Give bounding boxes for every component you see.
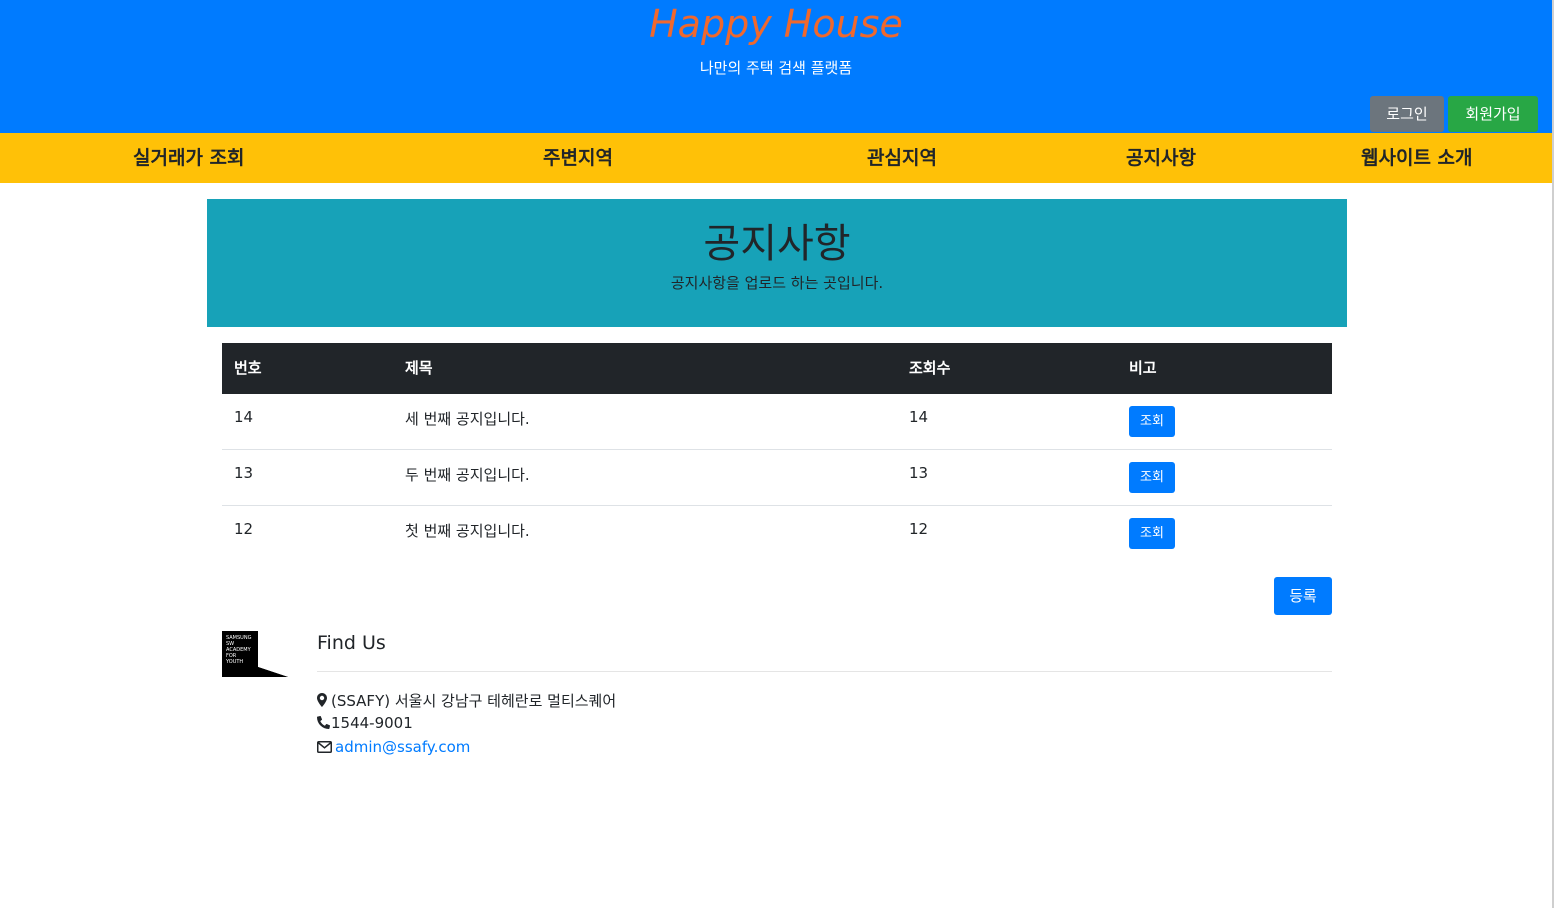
cell-views: 14 [909,408,929,426]
cell-title: 세 번째 공지입니다. [405,410,530,428]
column-header-no: 번호 [234,359,262,377]
table-row: 13 두 번째 공지입니다. 13 조회 [222,450,1332,506]
view-button[interactable]: 조회 [1129,462,1175,493]
map-marker-icon [317,693,329,711]
page-description: 공지사항을 업로드 하는 곳입니다. [670,274,884,292]
table-header: 번호 제목 조회수 비고 [222,343,1332,394]
page-title: 공지사항 [703,221,851,267]
svg-text:YOUTH: YOUTH [225,659,243,665]
phone-icon [316,715,331,733]
cell-title: 첫 번째 공지입니다. [405,522,530,540]
nav-item-nearby[interactable]: 주변지역 [543,133,613,183]
find-us-title: Find Us [317,632,386,654]
email-line: admin@ssafy.com [317,738,470,757]
header: Happy House 나만의 주택 검색 플랫폼 로그인 회원가입 [0,0,1552,133]
main-nav: 실거래가 조회 주변지역 관심지역 공지사항 웹사이트 소개 [0,133,1552,183]
envelope-icon [317,739,333,757]
column-header-note: 비고 [1129,359,1157,377]
phone-text: 1544-9001 [331,714,413,732]
cell-views: 13 [909,464,929,482]
address-text: (SSAFY) 서울시 강남구 테헤란로 멀티스퀘어 [331,692,617,710]
cell-no: 14 [234,408,254,426]
login-button[interactable]: 로그인 [1370,96,1444,132]
register-button[interactable]: 등록 [1274,577,1332,615]
table-row: 14 세 번째 공지입니다. 14 조회 [222,394,1332,450]
cell-no: 12 [234,520,254,538]
brand-title[interactable]: Happy House [0,2,1552,46]
column-header-title: 제목 [405,359,433,377]
cell-no: 13 [234,464,254,482]
column-header-views: 조회수 [909,359,951,377]
address-line: (SSAFY) 서울시 강남구 테헤란로 멀티스퀘어 [317,690,616,711]
brand-subtitle: 나만의 주택 검색 플랫폼 [699,59,853,77]
table-row: 12 첫 번째 공지입니다. 12 조회 [222,506,1332,562]
view-button[interactable]: 조회 [1129,518,1175,549]
nav-item-real-price[interactable]: 실거래가 조회 [133,133,245,183]
phone-line: 1544-9001 [316,714,413,733]
email-link[interactable]: admin@ssafy.com [335,738,470,756]
cell-title: 두 번째 공지입니다. [405,466,530,484]
ssafy-logo: SAMSUNG SW ACADEMY FOR YOUTH [222,631,288,677]
nav-item-interest[interactable]: 관심지역 [867,133,937,183]
nav-item-about[interactable]: 웹사이트 소개 [1361,133,1473,183]
divider [317,671,1332,672]
jumbotron: 공지사항 공지사항을 업로드 하는 곳입니다. [207,199,1347,327]
cell-views: 12 [909,520,929,538]
nav-item-notice[interactable]: 공지사항 [1126,133,1196,183]
signup-button[interactable]: 회원가입 [1448,96,1538,132]
view-button[interactable]: 조회 [1129,406,1175,437]
